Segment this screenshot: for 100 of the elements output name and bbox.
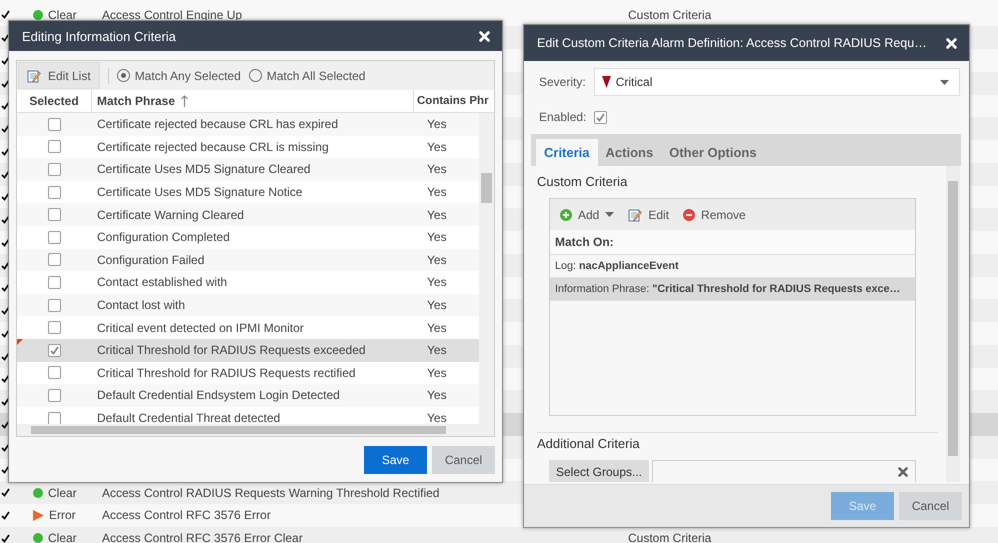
edit-button[interactable]: Edit — [625, 204, 678, 226]
section-heading: Custom Criteria — [537, 174, 628, 191]
table-cell-text: Yes — [426, 366, 448, 380]
close-icon — [898, 467, 908, 477]
tab[interactable]: Criteria — [536, 139, 598, 166]
window-title: Editing Information Criteria — [22, 28, 176, 44]
close-button[interactable] — [479, 30, 490, 42]
close-icon — [479, 30, 490, 42]
checkbox[interactable] — [48, 344, 60, 357]
radio-option[interactable]: Match All Selected — [248, 68, 366, 82]
criteria-row[interactable]: Information Phrase: "Critical Threshold for RADIUS Requests exce… — [550, 278, 915, 301]
table-cell-text: Yes — [426, 275, 448, 290]
minus-icon — [683, 208, 696, 220]
table-cell-text: Yes — [426, 140, 448, 154]
table-cell-text: Configuration Completed — [96, 230, 231, 244]
table-cell-text: Yes — [426, 388, 448, 402]
tab[interactable]: Actions — [598, 139, 662, 166]
checkbox[interactable] — [48, 140, 60, 154]
checkbox[interactable] — [48, 208, 60, 222]
alarm-name: Access Control RADIUS Requests Warning Threshold Rectified — [102, 486, 440, 500]
checkbox[interactable] — [48, 276, 60, 289]
table-row[interactable]: Clear Access Control RFC 3576 Error Clear Custom Criteria — [0, 526, 998, 543]
checkbox[interactable] — [48, 298, 60, 312]
checkbox[interactable] — [48, 366, 60, 380]
field-label: Severity: — [539, 75, 586, 89]
table-row[interactable]: Certificate rejected because CRL has expired Yes — [17, 113, 479, 136]
severity-icon — [602, 76, 611, 88]
table-cell-text: Critical event detected on IPMI Monitor — [96, 320, 305, 335]
table-cell-text: Yes — [426, 185, 448, 200]
table-cell-text: Yes — [426, 252, 448, 267]
table-row[interactable]: Certificate Warning Cleared Yes — [17, 203, 479, 226]
alarm-type: Custom Criteria — [628, 8, 712, 22]
sort-arrow-icon — [181, 95, 188, 107]
alarm-type: Custom Criteria — [628, 531, 712, 543]
table-cell-text: Yes — [426, 208, 448, 222]
severity-select[interactable]: Critical — [594, 68, 960, 96]
alarm-name: Access Control RFC 3576 Error — [102, 508, 271, 522]
caret-icon — [940, 80, 949, 84]
status-label: Clear — [48, 8, 77, 22]
remove-button[interactable]: Remove — [680, 204, 754, 226]
table-cell-text: Default Credential Endsystem Login Detected — [96, 388, 341, 402]
checkbox[interactable] — [48, 412, 60, 424]
cancel-button[interactable]: Cancel — [899, 492, 962, 520]
column-header[interactable]: Selected — [17, 90, 91, 112]
table-cell-text: Certificate Warning Cleared — [96, 208, 245, 222]
scrollbar[interactable] — [946, 166, 960, 482]
select-groups-button[interactable]: Select Groups... — [549, 460, 649, 482]
cancel-button[interactable]: Cancel — [432, 446, 495, 474]
checkbox[interactable] — [594, 110, 608, 124]
scrollbar[interactable] — [479, 113, 494, 424]
table-cell-text: Default Credential Threat detected — [96, 411, 282, 424]
add-button[interactable]: Add — [557, 204, 622, 226]
window-title: Edit Custom Criteria Alarm Definition: Access Control RADIUS Requ… — [537, 36, 927, 50]
checkbox[interactable] — [48, 230, 60, 244]
checkbox[interactable] — [48, 186, 60, 199]
table-cell-text: Critical Threshold for RADIUS Requests exceeded — [96, 343, 367, 358]
table-row[interactable]: Contact lost with Yes — [17, 294, 479, 316]
alarm-name: Access Control RFC 3576 Error Clear — [102, 531, 303, 543]
checkbox[interactable] — [48, 388, 60, 402]
edit-list-button[interactable]: Edit List — [18, 62, 100, 89]
table-cell-text: Yes — [426, 411, 448, 424]
scrollbar[interactable] — [17, 424, 494, 436]
table-row[interactable]: Default Credential Endsystem Login Detected Yes — [17, 384, 479, 407]
column-header[interactable]: Match Phrase — [97, 94, 176, 108]
close-icon — [946, 38, 957, 48]
section-heading: Additional Criteria — [537, 436, 641, 453]
table-row[interactable]: Critical Threshold for RADIUS Requests exceeded Yes — [17, 338, 479, 362]
table-cell-text: Certificate Uses MD5 Signature Notice — [96, 185, 304, 200]
table-cell-text: Certificate Uses MD5 Signature Cleared — [96, 162, 312, 176]
field-label: Enabled: — [539, 110, 586, 124]
table-cell-text: Yes — [426, 343, 448, 358]
table-row[interactable]: Default Credential Threat detected Yes — [17, 406, 479, 424]
status-label: Clear — [48, 486, 77, 500]
notepad-pencil-icon — [628, 208, 642, 222]
checkbox[interactable] — [48, 162, 60, 176]
check-icon — [50, 346, 58, 355]
plus-icon — [560, 208, 572, 220]
table-cell-text: Yes — [426, 162, 448, 176]
table-cell-text: Yes — [426, 117, 448, 132]
save-button[interactable]: Save — [364, 446, 427, 474]
table-cell-text: Yes — [426, 230, 448, 244]
table-row[interactable]: Certificate Uses MD5 Signature Cleared Yes — [17, 158, 479, 181]
table-cell-text: Contact established with — [96, 275, 228, 290]
table-cell-text: Yes — [426, 320, 448, 335]
caret-icon — [605, 212, 614, 217]
groups-field[interactable] — [652, 460, 916, 482]
checkbox[interactable] — [48, 118, 60, 131]
table-row[interactable]: Configuration Failed Yes — [17, 248, 479, 272]
checkbox[interactable] — [48, 253, 60, 266]
tab[interactable]: Other Options — [661, 139, 765, 166]
table-cell-text: Critical Threshold for RADIUS Requests rectified — [96, 366, 357, 380]
checkbox[interactable] — [48, 321, 60, 334]
table-cell-text: Configuration Failed — [96, 252, 206, 267]
status-label: Clear — [48, 531, 77, 543]
notepad-pencil-icon — [27, 68, 41, 82]
radio-label: Match All Selected — [266, 68, 366, 82]
column-header[interactable]: Contains Phr — [413, 90, 494, 112]
table-cell-text: Certificate rejected because CRL has expired — [96, 117, 340, 132]
close-button[interactable] — [946, 38, 957, 48]
status-label: Error — [49, 508, 76, 522]
